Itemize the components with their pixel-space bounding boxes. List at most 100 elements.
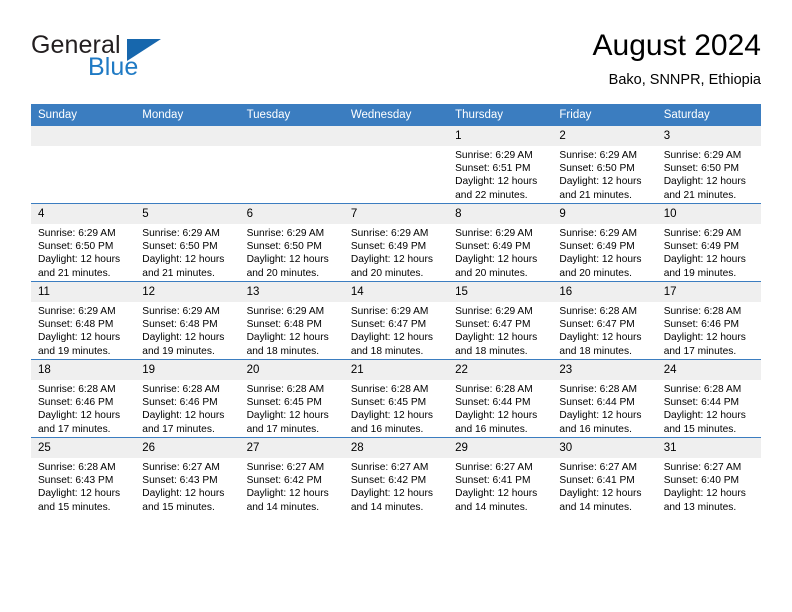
day-details: Sunrise: 6:28 AM Sunset: 6:45 PM Daylight:… (240, 380, 344, 436)
day-details: Sunrise: 6:28 AM Sunset: 6:45 PM Daylight:… (344, 380, 448, 436)
calendar-week-row: 11 Sunrise: 6:29 AM Sunset: 6:48 PM Dayligh… (31, 281, 761, 360)
day-number (239, 126, 344, 146)
sunrise-text: Sunrise: 6:29 AM (246, 306, 325, 317)
calendar-day-cell[interactable]: 16 Sunrise: 6:28 AM Sunset: 6:47 PM Dayligh… (552, 281, 657, 360)
daylight-text-line1: Daylight: 12 hours (559, 254, 642, 266)
calendar-day-cell[interactable]: 15 Sunrise: 6:29 AM Sunset: 6:47 PM Dayligh… (448, 281, 553, 360)
daylight-text-line1: Daylight: 12 hours (455, 410, 538, 422)
sunset-text: Sunset: 6:50 PM (38, 241, 114, 253)
daylight-text-line1: Daylight: 12 hours (663, 410, 746, 422)
calendar-day-cell[interactable]: 28 Sunrise: 6:27 AM Sunset: 6:42 PM Dayligh… (343, 437, 449, 515)
day-number: 31 (656, 438, 761, 458)
weekday-header-friday: Friday (552, 104, 657, 126)
daylight-text-line2: and 17 minutes. (38, 423, 111, 435)
calendar-day-cell[interactable]: 8 Sunrise: 6:29 AM Sunset: 6:49 PM Daylight… (448, 203, 553, 282)
day-details: Sunrise: 6:29 AM Sunset: 6:50 PM Daylight:… (135, 224, 239, 280)
page-subtitle: Bako, SNNPR, Ethiopia (608, 72, 761, 88)
daylight-text-line1: Daylight: 12 hours (38, 410, 121, 422)
daylight-text-line1: Daylight: 12 hours (455, 176, 538, 188)
calendar-day-cell[interactable]: 31 Sunrise: 6:27 AM Sunset: 6:40 PM Dayligh… (656, 437, 761, 515)
calendar-day-cell[interactable]: 19 Sunrise: 6:28 AM Sunset: 6:46 PM Dayligh… (135, 359, 240, 438)
calendar-day-cell[interactable]: 29 Sunrise: 6:27 AM Sunset: 6:41 PM Dayligh… (448, 437, 553, 515)
day-details: Sunrise: 6:29 AM Sunset: 6:49 PM Daylight:… (344, 224, 448, 280)
daylight-text-line1: Daylight: 12 hours (246, 410, 329, 422)
calendar-day-cell[interactable]: 22 Sunrise: 6:28 AM Sunset: 6:44 PM Dayligh… (448, 359, 553, 438)
calendar-day-cell[interactable]: 27 Sunrise: 6:27 AM Sunset: 6:42 PM Dayligh… (239, 437, 344, 515)
sunset-text: Sunset: 6:48 PM (246, 319, 322, 331)
daylight-text-line1: Daylight: 12 hours (455, 254, 538, 266)
calendar-day-cell[interactable]: 7 Sunrise: 6:29 AM Sunset: 6:49 PM Daylight… (343, 203, 449, 282)
day-number: 6 (239, 204, 344, 224)
daylight-text-line2: and 15 minutes. (142, 501, 215, 513)
sunrise-text: Sunrise: 6:27 AM (350, 462, 429, 473)
day-details: Sunrise: 6:28 AM Sunset: 6:46 PM Daylight:… (135, 380, 239, 436)
calendar-day-cell[interactable]: 6 Sunrise: 6:29 AM Sunset: 6:50 PM Daylight… (239, 203, 344, 282)
daylight-text-line1: Daylight: 12 hours (246, 488, 329, 500)
day-number: 2 (552, 126, 657, 146)
calendar-day-cell[interactable]: 2 Sunrise: 6:29 AM Sunset: 6:50 PM Daylight… (552, 126, 657, 204)
sunrise-text: Sunrise: 6:27 AM (455, 462, 533, 473)
calendar-day-cell-empty (135, 126, 240, 204)
calendar-day-cell[interactable]: 20 Sunrise: 6:28 AM Sunset: 6:45 PM Dayligh… (239, 359, 344, 438)
calendar-day-cell[interactable]: 1 Sunrise: 6:29 AM Sunset: 6:51 PM Daylight… (448, 126, 553, 204)
daylight-text-line2: and 21 minutes. (38, 267, 111, 279)
page-title: August 2024 (592, 29, 761, 62)
day-details: Sunrise: 6:27 AM Sunset: 6:40 PM Daylight:… (657, 458, 761, 514)
calendar-day-cell[interactable]: 4 Sunrise: 6:29 AM Sunset: 6:50 PM Daylight… (31, 203, 136, 282)
calendar-day-cell[interactable]: 10 Sunrise: 6:29 AM Sunset: 6:49 PM Dayligh… (656, 203, 761, 282)
sunrise-text: Sunrise: 6:28 AM (559, 306, 637, 317)
calendar-day-cell[interactable]: 30 Sunrise: 6:27 AM Sunset: 6:41 PM Dayligh… (552, 437, 657, 515)
brand-logo[interactable]: General Blue (31, 32, 261, 88)
daylight-text-line1: Daylight: 12 hours (142, 410, 225, 422)
daylight-text-line1: Daylight: 12 hours (663, 176, 746, 188)
calendar-day-cell[interactable]: 11 Sunrise: 6:29 AM Sunset: 6:48 PM Dayligh… (31, 281, 136, 360)
calendar-day-cell[interactable]: 12 Sunrise: 6:29 AM Sunset: 6:48 PM Dayligh… (135, 281, 240, 360)
calendar-day-cell[interactable]: 23 Sunrise: 6:28 AM Sunset: 6:44 PM Dayligh… (552, 359, 657, 438)
sunrise-text: Sunrise: 6:29 AM (38, 306, 116, 317)
sunrise-text: Sunrise: 6:28 AM (350, 384, 429, 395)
calendar-day-cell[interactable]: 14 Sunrise: 6:29 AM Sunset: 6:47 PM Dayligh… (343, 281, 449, 360)
sunset-text: Sunset: 6:40 PM (663, 475, 740, 487)
calendar-table: Sunday Monday Tuesday Wednesday Thursday… (31, 104, 761, 515)
daylight-text-line2: and 15 minutes. (38, 501, 111, 513)
day-details: Sunrise: 6:27 AM Sunset: 6:42 PM Daylight:… (240, 458, 344, 514)
sunrise-text: Sunrise: 6:28 AM (663, 306, 742, 317)
calendar-day-cell[interactable]: 18 Sunrise: 6:28 AM Sunset: 6:46 PM Dayligh… (31, 359, 136, 438)
day-details: Sunrise: 6:27 AM Sunset: 6:41 PM Daylight:… (448, 458, 552, 514)
calendar-day-cell[interactable]: 21 Sunrise: 6:28 AM Sunset: 6:45 PM Dayligh… (343, 359, 449, 438)
sunset-text: Sunset: 6:41 PM (559, 475, 635, 487)
weekday-header-thursday: Thursday (448, 104, 553, 126)
day-details: Sunrise: 6:29 AM Sunset: 6:48 PM Daylight:… (135, 302, 239, 358)
calendar-container: Sunday Monday Tuesday Wednesday Thursday… (31, 104, 761, 515)
calendar-day-cell[interactable]: 25 Sunrise: 6:28 AM Sunset: 6:43 PM Dayligh… (31, 437, 136, 515)
sunset-text: Sunset: 6:46 PM (38, 397, 114, 409)
sunset-text: Sunset: 6:45 PM (246, 397, 322, 409)
calendar-day-cell[interactable]: 13 Sunrise: 6:29 AM Sunset: 6:48 PM Dayligh… (239, 281, 344, 360)
daylight-text-line2: and 17 minutes. (142, 423, 215, 435)
day-details: Sunrise: 6:28 AM Sunset: 6:47 PM Daylight:… (552, 302, 656, 358)
sunrise-text: Sunrise: 6:29 AM (246, 228, 325, 239)
sunrise-text: Sunrise: 6:27 AM (559, 462, 637, 473)
sunrise-text: Sunrise: 6:29 AM (559, 150, 637, 161)
calendar-day-cell[interactable]: 5 Sunrise: 6:29 AM Sunset: 6:50 PM Daylight… (135, 203, 240, 282)
sunrise-text: Sunrise: 6:27 AM (142, 462, 220, 473)
sunset-text: Sunset: 6:49 PM (455, 241, 531, 253)
calendar-day-cell[interactable]: 26 Sunrise: 6:27 AM Sunset: 6:43 PM Dayligh… (135, 437, 240, 515)
daylight-text-line2: and 14 minutes. (350, 501, 424, 513)
brand-name-blue: Blue (88, 53, 139, 81)
daylight-text-line2: and 20 minutes. (350, 267, 424, 279)
day-details: Sunrise: 6:29 AM Sunset: 6:50 PM Daylight:… (552, 146, 656, 202)
day-details: Sunrise: 6:29 AM Sunset: 6:47 PM Daylight:… (448, 302, 552, 358)
calendar-day-cell[interactable]: 17 Sunrise: 6:28 AM Sunset: 6:46 PM Dayligh… (656, 281, 761, 360)
day-number: 9 (552, 204, 657, 224)
day-details: Sunrise: 6:29 AM Sunset: 6:51 PM Daylight:… (448, 146, 552, 202)
sunrise-text: Sunrise: 6:27 AM (663, 462, 742, 473)
daylight-text-line1: Daylight: 12 hours (559, 488, 642, 500)
calendar-day-cell[interactable]: 3 Sunrise: 6:29 AM Sunset: 6:50 PM Daylight… (656, 126, 761, 204)
sunrise-text: Sunrise: 6:29 AM (142, 228, 220, 239)
sunset-text: Sunset: 6:44 PM (663, 397, 740, 409)
calendar-day-cell[interactable]: 9 Sunrise: 6:29 AM Sunset: 6:49 PM Daylight… (552, 203, 657, 282)
day-number: 25 (31, 438, 136, 458)
calendar-day-cell[interactable]: 24 Sunrise: 6:28 AM Sunset: 6:44 PM Dayligh… (656, 359, 761, 438)
sunrise-text: Sunrise: 6:28 AM (559, 384, 637, 395)
